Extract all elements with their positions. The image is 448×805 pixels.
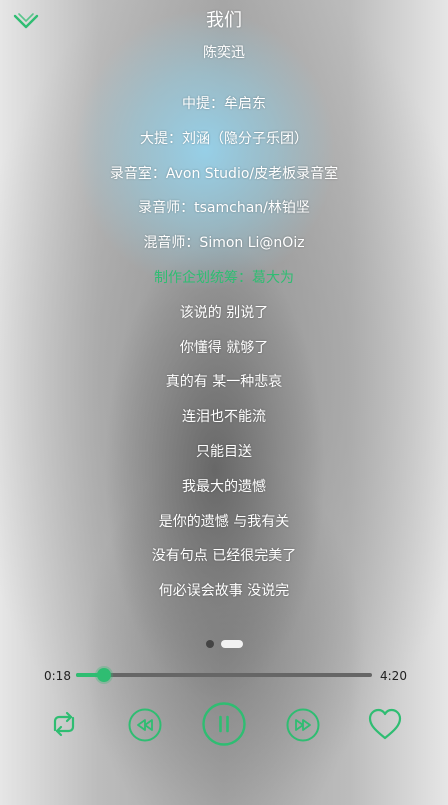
lyrics-list[interactable]: 中提：牟启东 大提：刘涵（隐分子乐团） 录音室：Avon Studio/皮老板录音室…: [0, 93, 448, 615]
lyric-line[interactable]: 录音室：Avon Studio/皮老板录音室: [0, 163, 448, 198]
progress-thumb[interactable]: [97, 668, 112, 682]
artist-name: 陈奕迅: [203, 45, 245, 61]
lyric-line[interactable]: 何必误会故事 没说完: [0, 580, 448, 615]
player-screen: 我们 陈奕迅 中提：牟启东 大提：刘涵（隐分子乐团） 录音室：Avon Studio…: [0, 0, 448, 805]
lyric-line-active[interactable]: 制作企划统筹：葛大为: [0, 267, 448, 302]
song-title: 我们: [206, 10, 242, 31]
lyric-line[interactable]: 没有句点 已经很完美了: [0, 545, 448, 580]
lyric-line[interactable]: 混音师：Simon Li@nOiz: [0, 232, 448, 267]
lyric-line[interactable]: 大提：刘涵（隐分子乐团）: [0, 128, 448, 163]
play-pause-button[interactable]: [202, 702, 246, 746]
page-indicator: [0, 638, 448, 650]
lyric-line[interactable]: 是你的遗憾 与我有关: [0, 511, 448, 546]
page-dot-active[interactable]: [220, 640, 243, 648]
like-button[interactable]: [366, 705, 404, 743]
previous-track-icon: [128, 708, 162, 742]
lyric-line[interactable]: 录音师：tsamchan/林铂坚: [0, 197, 448, 232]
lyric-line[interactable]: 中提：牟启东: [0, 93, 448, 128]
heart-icon: [368, 708, 402, 740]
previous-button[interactable]: [128, 708, 162, 742]
next-track-icon: [286, 708, 320, 742]
next-button[interactable]: [286, 708, 320, 742]
playback-controls: [0, 700, 448, 748]
lyric-line[interactable]: 我最大的遗憾: [0, 476, 448, 511]
lyric-line[interactable]: 真的有 某一种悲哀: [0, 371, 448, 406]
lyric-line[interactable]: 只能目送: [0, 441, 448, 476]
total-time: 4:20: [380, 669, 407, 683]
lyric-line[interactable]: 该说的 别说了: [0, 302, 448, 337]
page-dot[interactable]: [205, 640, 214, 648]
loop-button[interactable]: [45, 705, 83, 743]
lyric-line[interactable]: 连泪也不能流: [0, 406, 448, 441]
pause-icon: [202, 702, 246, 746]
current-time: 0:18: [44, 669, 71, 683]
lyric-line[interactable]: 你懂得 就够了: [0, 337, 448, 372]
progress-bar[interactable]: [76, 668, 372, 682]
repeat-icon: [53, 711, 75, 737]
